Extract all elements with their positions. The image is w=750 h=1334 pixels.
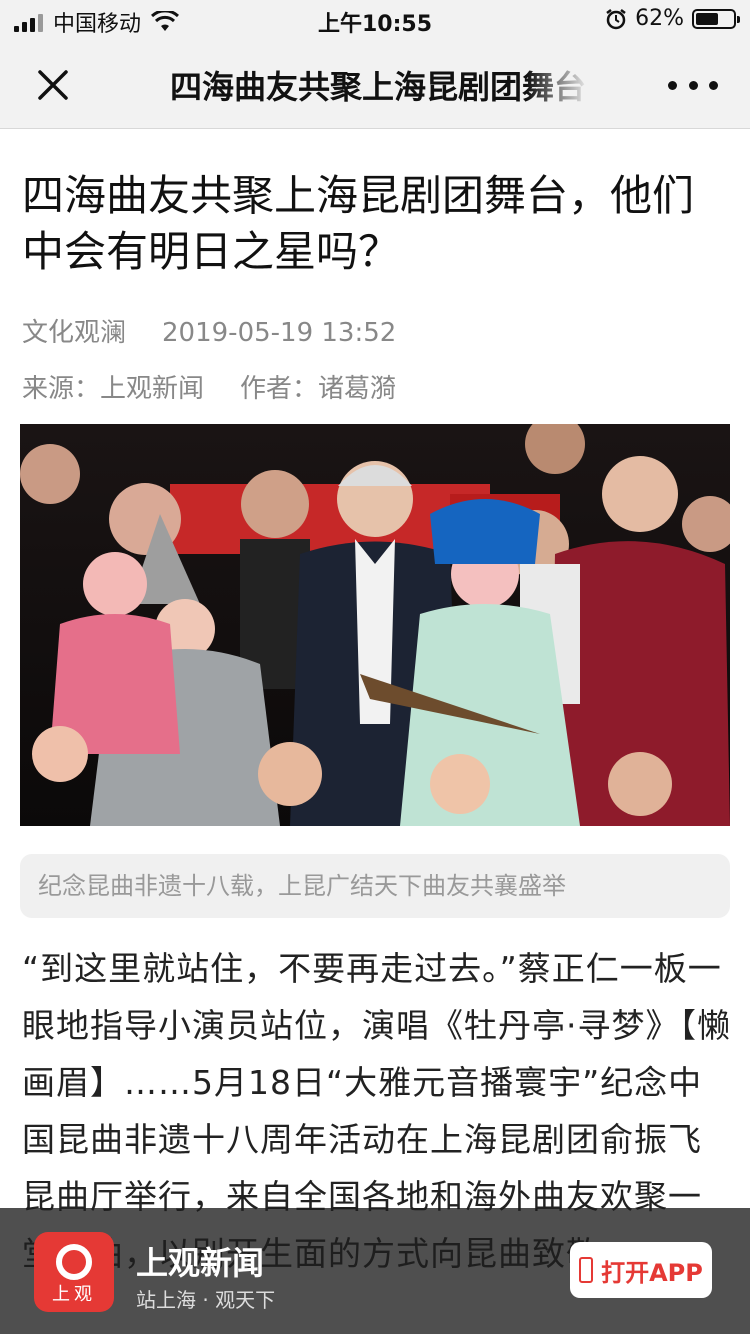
source-label: 来源：上观新闻 — [22, 374, 205, 404]
alarm-icon — [606, 8, 626, 29]
battery-percent: 62% — [635, 6, 684, 31]
article-byline: 来源：上观新闻 作者：诸葛漪 — [22, 368, 396, 405]
status-right: 62% — [605, 6, 740, 31]
battery-fill — [696, 12, 719, 25]
app-logo: 上观 — [34, 1232, 114, 1312]
open-app-button[interactable]: 打开APP — [570, 1242, 712, 1298]
article-meta: 文化观澜 2019-05-19 13:52 — [22, 312, 396, 349]
open-app-label: 打开APP — [601, 1258, 703, 1287]
channel-label[interactable]: 文化观澜 — [22, 318, 126, 348]
close-icon[interactable] — [28, 60, 78, 110]
author-label: 作者：诸葛漪 — [240, 374, 397, 404]
more-icon[interactable] — [668, 70, 718, 100]
article-headline: 四海曲友共聚上海昆剧团舞台，他们中会有明日之星吗？ — [22, 171, 695, 276]
app-name: 上观新闻 — [136, 1244, 265, 1282]
photo-caption: 纪念昆曲非遗十八载，上昆广结天下曲友共襄盛举 — [20, 854, 730, 918]
status-bar: 中国移动 上午10:55 62% — [0, 0, 750, 40]
open-app-banner[interactable]: 上观 上观新闻 站上海 · 观天下 打开APP — [0, 1208, 750, 1334]
app-slogan: 站上海 · 观天下 — [136, 1288, 276, 1312]
battery-icon — [692, 8, 740, 29]
nav-title: 四海曲友共聚上海昆剧团舞台，他们中会有明日之星吗？ — [170, 68, 590, 106]
phone-icon — [579, 1257, 594, 1283]
logo-text: 上观 — [52, 1284, 96, 1305]
publish-date: 2019-05-19 13:52 — [162, 318, 397, 348]
photo-illustration — [20, 424, 730, 826]
nav-bar: 四海曲友共聚上海昆剧团舞台，他们中会有明日之星吗？ — [0, 40, 750, 129]
article-photo[interactable] — [20, 424, 730, 826]
logo-ring-icon — [56, 1244, 92, 1280]
